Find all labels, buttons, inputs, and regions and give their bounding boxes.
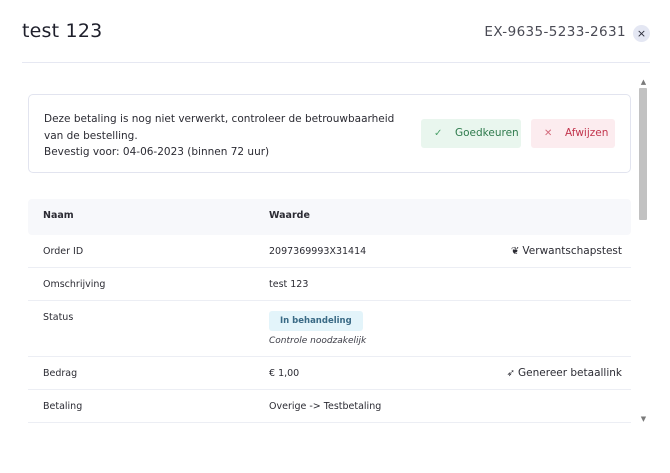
table-header: Naam Waarde [28,199,631,235]
send-icon: ➶ [506,368,516,379]
alert-deadline: Bevestig voor: 04-06-2023 (binnen 72 uur… [44,146,270,158]
scroll-up-icon[interactable]: ▲ [639,78,648,87]
status-note: Controle noodzakelijk [269,336,367,346]
column-header-value: Waarde [269,210,310,221]
relationship-test-label: Verwantschapstest [522,245,622,257]
approve-button-label: Goedkeuren [455,127,519,139]
table-row: Betaling Overige -> Testbetaling [28,390,631,423]
generate-payment-link-label: Genereer betaallink [518,367,622,379]
check-icon: ✓ [434,128,443,139]
header-divider [22,62,650,63]
scroll-thumb[interactable] [639,88,647,220]
scroll-down-icon[interactable]: ▼ [639,415,648,424]
close-button[interactable]: × [633,25,650,42]
table-row: Order ID 2097369993X31414 ❦ Verwantschaps… [28,235,631,268]
table-row: Omschrijving test 123 [28,268,631,301]
modal-header: test 123 EX-9635-5233-2631 × [22,20,652,48]
modal-body: Deze betaling is nog niet verwerkt, cont… [22,78,648,426]
verification-alert: Deze betaling is nog niet verwerkt, cont… [28,94,631,173]
row-value: test 123 [269,279,309,290]
page-title: test 123 [22,20,103,42]
row-label: Betaling [43,401,83,412]
column-header-name: Naam [43,210,74,221]
close-icon: × [636,27,647,40]
relationship-test-link[interactable]: ❦ Verwantschapstest [511,245,622,257]
row-label: Status [43,312,74,323]
table-row: Bedrag € 1,00 ➶ Genereer betaallink [28,357,631,390]
dna-icon: ❦ [511,246,520,257]
generate-payment-link[interactable]: ➶ Genereer betaallink [507,367,622,379]
alert-message: Deze betaling is nog niet verwerkt, cont… [44,111,399,161]
reference-code: EX-9635-5233-2631 [484,24,626,40]
x-icon: ✕ [544,128,553,139]
status-badge: In behandeling [269,311,363,331]
row-value: Overige -> Testbetaling [269,401,382,412]
reject-button[interactable]: ✕ Afwijzen [531,119,615,148]
row-label: Bedrag [43,368,78,379]
vertical-scrollbar[interactable]: ▲ ▼ [637,76,650,426]
table-row: Status In behandeling Controle noodzakel… [28,301,631,357]
reject-button-label: Afwijzen [565,127,609,139]
row-label: Omschrijving [43,279,106,290]
row-value: 2097369993X31414 [269,246,367,257]
alert-text-line: Deze betaling is nog niet verwerkt, cont… [44,113,395,142]
approve-button[interactable]: ✓ Goedkeuren [421,119,521,148]
row-value: € 1,00 [269,368,300,379]
details-table: Naam Waarde Order ID 2097369993X31414 ❦ V… [28,199,631,423]
row-label: Order ID [43,246,84,257]
